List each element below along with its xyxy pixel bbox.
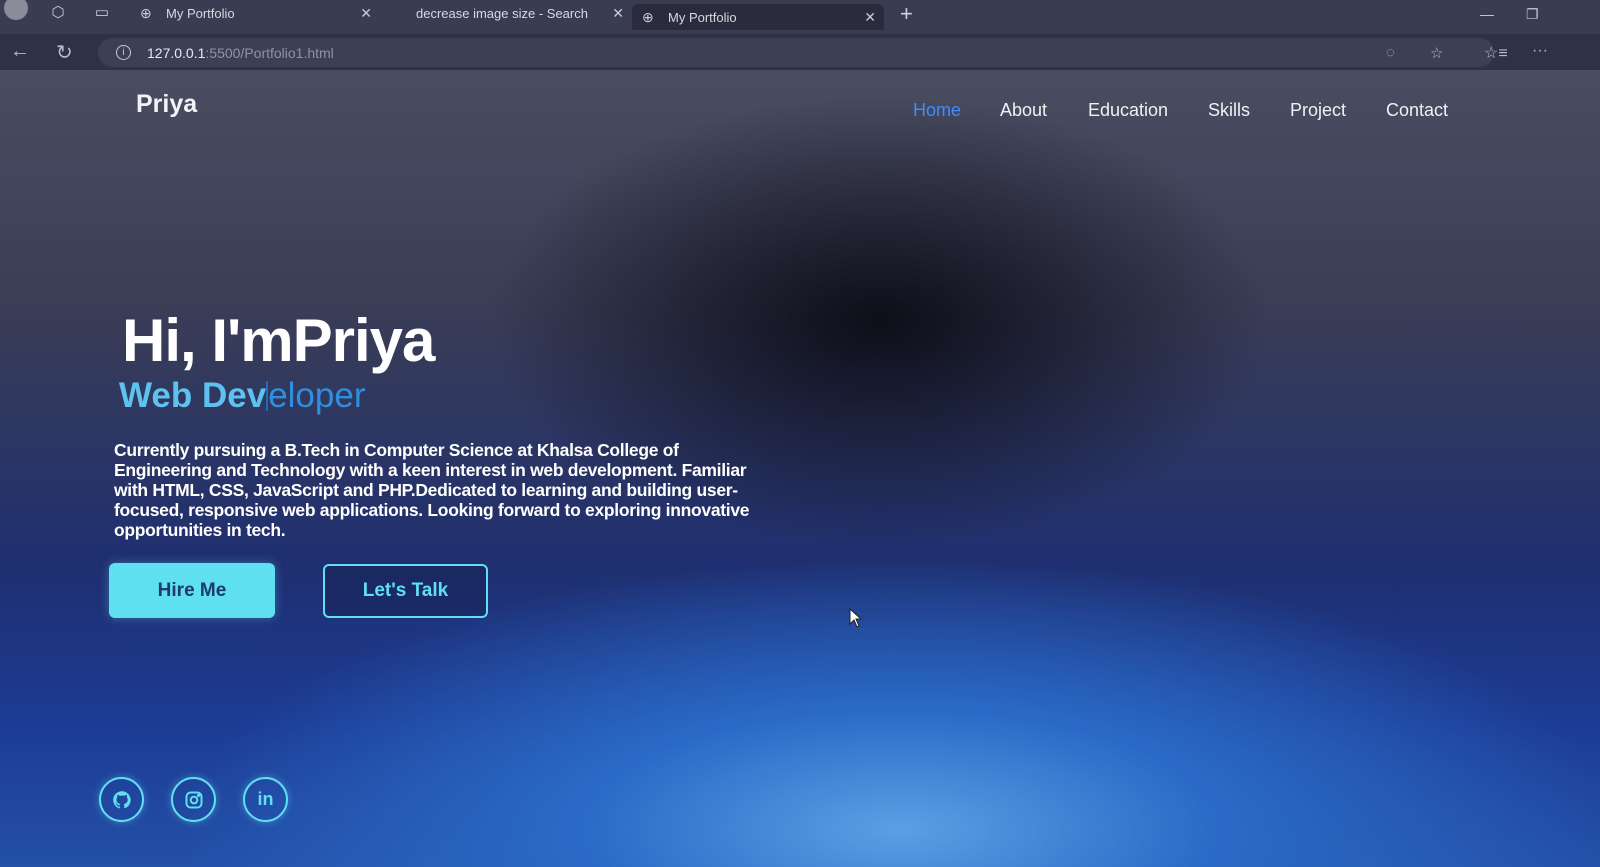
profile-avatar[interactable] (4, 0, 28, 20)
reader-icon[interactable]: ◌ (1386, 44, 1395, 61)
lets-talk-button[interactable]: Let's Talk (323, 564, 488, 618)
tab-title: My Portfolio (166, 5, 235, 21)
tab-actions-icon[interactable]: ▭ (90, 2, 114, 22)
globe-icon: ⊕ (140, 5, 152, 21)
favorite-star-icon[interactable]: ☆ (1430, 44, 1443, 62)
hire-me-button[interactable]: Hire Me (109, 563, 275, 618)
nav-skills[interactable]: Skills (1208, 100, 1250, 121)
new-tab-icon[interactable]: + (900, 1, 913, 27)
tab-my-portfolio-active[interactable]: ⊕ My Portfolio ✕ (632, 4, 884, 30)
instagram-link[interactable] (171, 777, 216, 822)
hero-description: Currently pursuing a B.Tech in Computer … (114, 440, 750, 540)
favorites-icon[interactable]: ☆≡ (1484, 43, 1508, 63)
address-bar[interactable]: i 127.0.0.1 :5500/Portfolio1.html ◌ ☆ (98, 38, 1494, 67)
browser-tabstrip: ⬡ ▭ ⊕ My Portfolio ✕ decrease image size… (0, 0, 1600, 34)
more-menu-icon[interactable]: ··· (1532, 42, 1548, 60)
linkedin-link[interactable]: in (243, 777, 288, 822)
minimize-icon[interactable]: — (1480, 6, 1494, 22)
close-icon[interactable]: ✕ (612, 5, 624, 22)
hero-subtitle: Web Developer (119, 376, 365, 416)
tab-title: My Portfolio (668, 9, 737, 25)
hero-title: Hi, I'mPriya (122, 307, 435, 374)
page-viewport: Priya Home About Education Skills Projec… (0, 70, 1600, 867)
tab-my-portfolio-1[interactable]: ⊕ My Portfolio ✕ (130, 0, 380, 26)
subtitle-rest: eloper (268, 376, 366, 415)
nav-about[interactable]: About (1000, 100, 1047, 121)
nav-contact[interactable]: Contact (1386, 100, 1448, 121)
restore-icon[interactable]: ❐ (1526, 6, 1539, 23)
mouse-cursor-icon (849, 608, 863, 628)
info-icon[interactable]: i (116, 45, 131, 60)
subtitle-typed: Web Dev (119, 376, 267, 415)
tab-title: decrease image size - Search (416, 5, 588, 21)
nav-project[interactable]: Project (1290, 100, 1346, 121)
github-icon (112, 790, 131, 808)
linkedin-icon: in (257, 789, 274, 809)
close-icon[interactable]: ✕ (864, 9, 876, 26)
address-bar-row: ← ↻ i 127.0.0.1 :5500/Portfolio1.html ◌ … (0, 34, 1600, 70)
nav-home[interactable]: Home (913, 100, 961, 121)
nav-education[interactable]: Education (1088, 100, 1168, 121)
tab-search[interactable]: decrease image size - Search ✕ (406, 0, 632, 26)
instagram-icon (185, 791, 202, 808)
url-host: 127.0.0.1 (147, 44, 206, 61)
refresh-icon[interactable]: ↻ (56, 40, 73, 65)
globe-icon: ⊕ (642, 9, 654, 25)
workspaces-icon[interactable]: ⬡ (46, 2, 70, 22)
close-icon[interactable]: ✕ (360, 5, 372, 22)
github-link[interactable] (99, 777, 144, 822)
url-path: :5500/Portfolio1.html (205, 44, 334, 61)
main-nav: Home About Education Skills Project Cont… (0, 100, 1600, 124)
back-arrow-icon[interactable]: ← (10, 40, 30, 63)
